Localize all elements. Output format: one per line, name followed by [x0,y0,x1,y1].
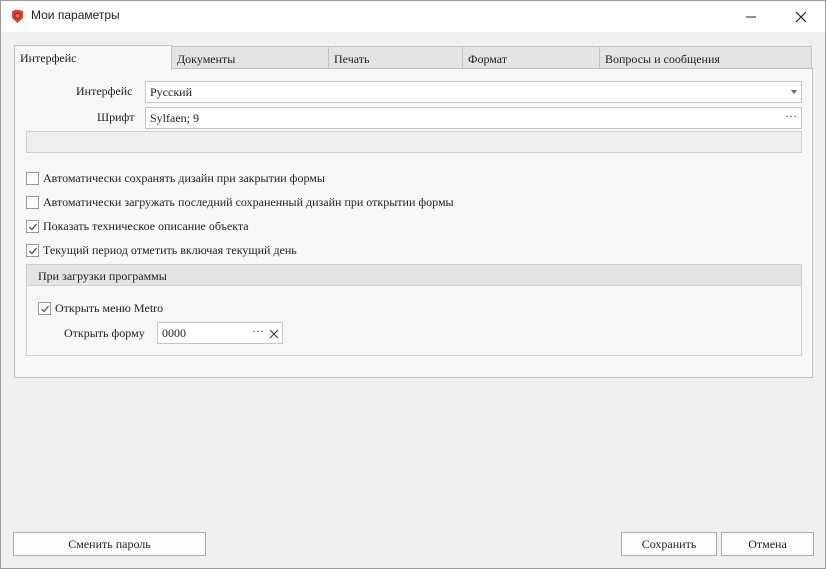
startup-group: При загрузки программы Открыть меню Metr… [26,264,802,356]
checkbox-label: Открыть меню Metro [55,301,164,315]
preview-bar [26,131,802,153]
save-button[interactable]: Сохранить [621,532,717,556]
tab-interface[interactable]: Интерфейс [14,45,172,70]
cancel-button[interactable]: Отмена [721,532,814,556]
chevron-down-icon [791,90,797,94]
interface-language-select[interactable]: Русский [145,81,802,103]
startup-group-header: При загрузки программы [27,265,801,286]
checkbox-box[interactable] [26,220,39,233]
open-form-field[interactable]: 0000 ··· [157,322,283,344]
interface-label: Интерфейс [76,84,133,98]
minimize-icon [746,16,756,18]
checkbox-box[interactable] [26,196,39,209]
tab-strip: Интерфейс Документы Печать Формат Вопрос… [14,45,812,70]
change-password-button[interactable]: Сменить пароль [13,532,206,556]
font-field[interactable]: Sylfaen; 9 ··· [145,107,802,129]
close-button[interactable] [786,1,816,32]
checkbox-label: Автоматически загружать последний сохран… [43,195,454,209]
font-label: Шрифт [97,110,135,124]
minimize-button[interactable] [736,1,766,32]
app-logo-icon [10,9,25,24]
check-icon [41,305,50,313]
check-icon [29,247,38,255]
open-form-browse-button[interactable]: ··· [252,324,264,339]
font-browse-button[interactable]: ··· [785,109,797,124]
checkbox-label: Автоматически сохранять дизайн при закры… [43,171,325,185]
open-form-label: Открыть форму [64,326,145,340]
font-value: Sylfaen; 9 [150,111,199,125]
tab-print[interactable]: Печать [328,46,463,68]
clear-button[interactable] [269,328,279,343]
checkbox-box[interactable] [26,244,39,257]
interface-language-value: Русский [150,85,192,99]
interface-tab-panel: Интерфейс Русский Шрифт Sylfaen; 9 ··· А… [14,68,813,378]
settings-window: Мои параметры Интерфейс Документы Печать… [0,0,826,569]
tab-format[interactable]: Формат [462,46,600,68]
check-icon [29,223,38,231]
window-title: Мои параметры [31,8,120,22]
tab-questions-messages[interactable]: Вопросы и сообщения [599,46,812,68]
clear-icon [269,329,279,339]
tab-documents[interactable]: Документы [171,46,329,68]
checkbox-label: Текущий период отметить включая текущий … [43,243,297,257]
checkbox-label: Показать техническое описание объекта [43,219,249,233]
checkbox-box[interactable] [38,302,51,315]
close-icon [795,11,807,23]
open-form-value: 0000 [162,326,186,340]
checkbox-box[interactable] [26,172,39,185]
title-bar: Мои параметры [1,1,825,32]
